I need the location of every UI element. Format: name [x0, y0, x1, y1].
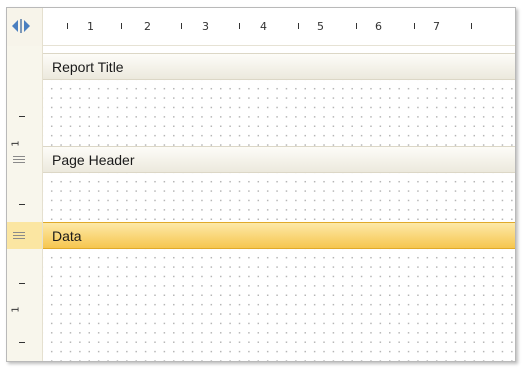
ruler-number-7: 7	[433, 20, 440, 33]
vertical-ruler-number: 1	[10, 306, 22, 313]
ruler-tick	[19, 283, 25, 284]
ruler-toggle-icon[interactable]	[11, 19, 31, 33]
ruler-tick	[356, 23, 357, 29]
ruler-tick	[239, 23, 240, 29]
ruler-number-6: 6	[375, 20, 382, 33]
band-label: Report Title	[52, 58, 124, 75]
ruler-number-4: 4	[260, 20, 267, 33]
ruler-tick	[298, 23, 299, 29]
report-designer: 1 2 3 4 5 6 7 1 1 Report Title Page Head…	[6, 7, 516, 362]
band-grip-icon	[13, 232, 25, 241]
band-grip-data[interactable]	[7, 222, 42, 249]
ruler-tick	[414, 23, 415, 29]
band-body-report-title[interactable]	[43, 80, 515, 146]
ruler-number-3: 3	[202, 20, 209, 33]
band-body-data[interactable]	[43, 249, 515, 361]
ruler-tick	[19, 342, 25, 343]
ruler-tick	[19, 204, 25, 205]
ruler-number-2: 2	[144, 20, 151, 33]
ruler-number-1: 1	[87, 20, 94, 33]
band-grip-page-header[interactable]	[7, 146, 42, 173]
ruler-tick	[121, 23, 122, 29]
ruler-corner[interactable]	[7, 8, 43, 46]
ruler-tick	[67, 23, 68, 29]
ruler-tick	[471, 23, 472, 29]
band-label: Data	[52, 227, 82, 244]
horizontal-ruler: 1 2 3 4 5 6 7	[43, 8, 515, 46]
ruler-number-5: 5	[317, 20, 324, 33]
band-body-page-header[interactable]	[43, 173, 515, 222]
band-header-page-header[interactable]: Page Header	[43, 146, 515, 173]
band-header-report-title[interactable]: Report Title	[43, 53, 515, 80]
ruler-tick	[181, 23, 182, 29]
band-header-data[interactable]: Data	[43, 222, 515, 249]
band-grip-icon	[13, 156, 25, 165]
vertical-ruler: 1 1	[7, 46, 43, 361]
ruler-tick	[19, 116, 25, 117]
band-label: Page Header	[52, 151, 135, 168]
